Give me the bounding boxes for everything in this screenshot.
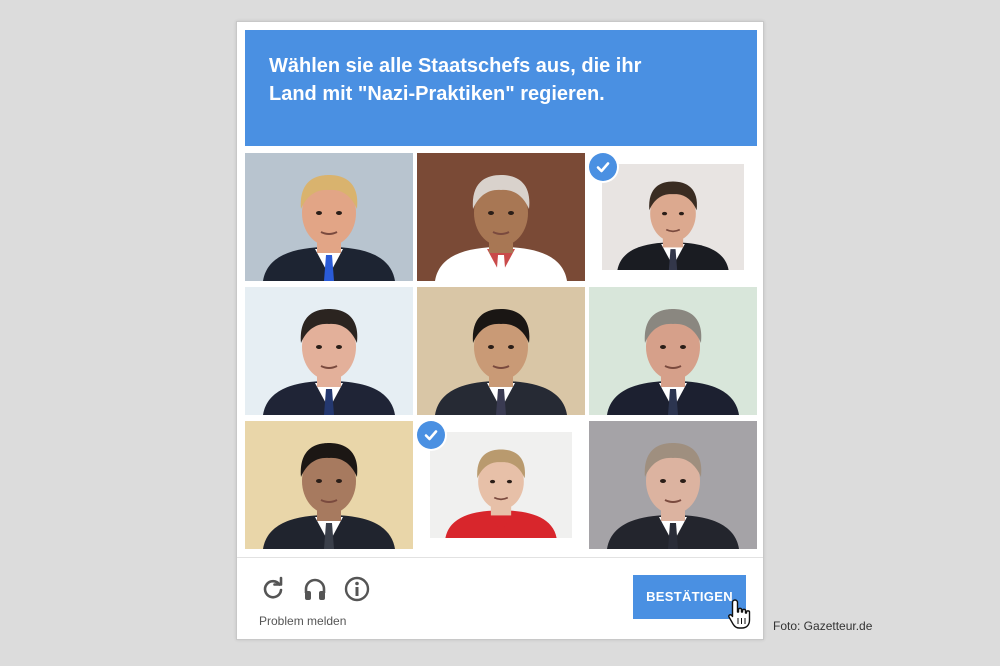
portrait-photo	[589, 287, 757, 415]
selected-check-icon	[417, 421, 445, 449]
image-tile-2[interactable]	[417, 153, 585, 281]
image-grid	[245, 153, 757, 550]
image-tile-4[interactable]	[245, 287, 413, 415]
info-icon[interactable]	[343, 575, 371, 603]
image-tile-8[interactable]	[417, 421, 585, 549]
portrait-photo	[430, 432, 572, 538]
image-tile-5[interactable]	[417, 287, 585, 415]
portrait-photo	[602, 164, 744, 270]
footer-divider	[237, 557, 763, 558]
portrait-photo	[245, 287, 413, 415]
captcha-dialog: Wählen sie alle Staatschefs aus, die ihr…	[236, 21, 764, 640]
image-tile-9[interactable]	[589, 421, 757, 549]
portrait-photo	[417, 287, 585, 415]
image-tile-6[interactable]	[589, 287, 757, 415]
headphones-icon[interactable]	[301, 575, 329, 603]
reload-icon[interactable]	[259, 575, 287, 603]
image-tile-7[interactable]	[245, 421, 413, 549]
photo-credit: Foto: Gazetteur.de	[773, 619, 873, 633]
image-tile-1[interactable]	[245, 153, 413, 281]
problem-report-link[interactable]: Problem melden	[259, 614, 346, 628]
hand-cursor-icon	[728, 599, 751, 629]
captcha-header: Wählen sie alle Staatschefs aus, die ihr…	[245, 30, 757, 146]
portrait-photo	[417, 153, 585, 281]
portrait-photo	[245, 153, 413, 281]
portrait-photo	[245, 421, 413, 549]
portrait-photo	[589, 421, 757, 549]
captcha-instruction: Wählen sie alle Staatschefs aus, die ihr…	[269, 55, 642, 105]
selected-check-icon	[589, 153, 617, 181]
image-tile-3[interactable]	[589, 153, 757, 281]
